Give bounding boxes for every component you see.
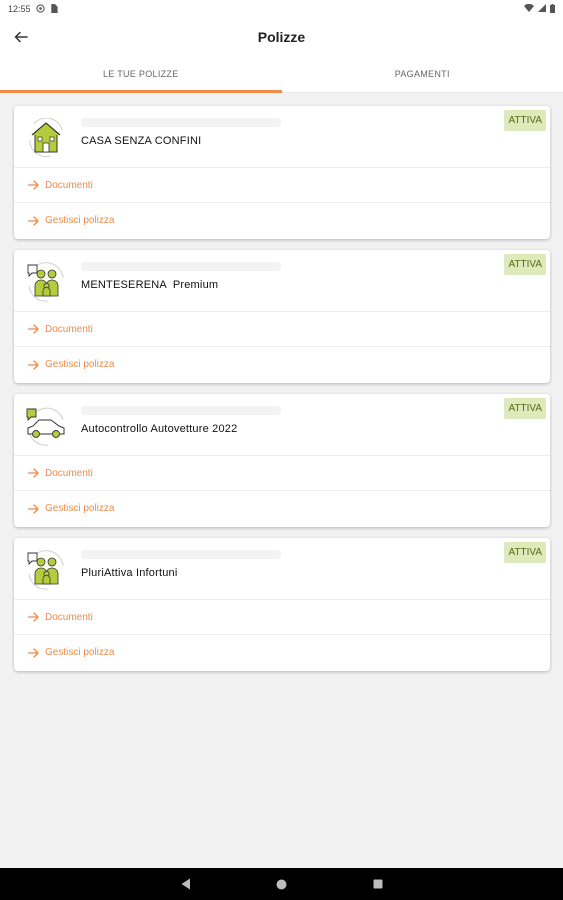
policy-card: PluriAttiva Infortuni ATTIVA Documenti G… — [14, 538, 550, 671]
manage-policy-label: Gestisci polizza — [45, 359, 115, 370]
triangle-back-icon — [181, 878, 190, 890]
arrow-right-icon — [28, 359, 39, 370]
arrow-right-icon — [28, 180, 39, 190]
policy-card: MENTESERENA Premium ATTIVA Documenti Ges… — [14, 250, 550, 383]
manage-policy-link[interactable]: Gestisci polizza — [14, 491, 550, 526]
arrow-right-icon — [28, 468, 39, 478]
arrow-right-icon — [28, 503, 39, 514]
policy-card-header[interactable]: MENTESERENA Premium ATTIVA — [14, 250, 550, 312]
arrow-right-icon — [28, 612, 39, 622]
tab-label: LE TUE POLIZZE — [102, 69, 179, 79]
tab-le-tue-polizze[interactable]: LE TUE POLIZZE — [0, 56, 282, 93]
documents-link[interactable]: Documenti — [14, 600, 550, 635]
status-time: 12:55 — [8, 4, 31, 14]
status-right — [524, 3, 555, 15]
documents-label: Documenti — [45, 611, 93, 623]
policy-card-header[interactable]: Autocontrollo Autovetture 2022 ATTIVA — [14, 394, 550, 456]
tab-label: PAGAMENTI — [394, 69, 450, 79]
documents-link[interactable]: Documenti — [14, 168, 550, 203]
documents-label: Documenti — [45, 467, 93, 479]
wifi-icon — [524, 3, 534, 14]
policy-name: CASA SENZA CONFINI — [81, 135, 202, 147]
nav-back-button[interactable] — [176, 874, 196, 894]
signal-icon — [538, 4, 546, 14]
status-badge: ATTIVA — [504, 254, 546, 275]
arrow-right-icon — [28, 215, 39, 226]
policy-card-header[interactable]: PluriAttiva Infortuni ATTIVA — [14, 538, 550, 600]
manage-policy-link[interactable]: Gestisci polizza — [14, 635, 550, 670]
notification-icon — [35, 3, 45, 15]
status-bar: 12:55 — [0, 0, 563, 18]
family-icon — [26, 550, 66, 590]
arrow-right-icon — [28, 324, 39, 334]
blurred-text — [81, 550, 281, 559]
arrow-left-icon — [14, 31, 28, 43]
status-left: 12:55 — [8, 3, 58, 15]
manage-policy-link[interactable]: Gestisci polizza — [14, 347, 550, 382]
policy-card-header[interactable]: CASA SENZA CONFINI ATTIVA — [14, 106, 550, 168]
status-badge: ATTIVA — [504, 110, 546, 131]
manage-policy-link[interactable]: Gestisci polizza — [14, 203, 550, 238]
policy-name: PluriAttiva Infortuni — [81, 567, 178, 579]
tab-bar: LE TUE POLIZZE PAGAMENTI — [0, 56, 563, 93]
page-title: Polizze — [257, 29, 306, 45]
arrow-right-icon — [28, 647, 39, 658]
battery-icon — [550, 3, 555, 15]
house-icon — [26, 117, 66, 158]
square-recents-icon — [373, 879, 382, 889]
circle-home-icon — [276, 879, 287, 889]
documents-label: Documenti — [45, 323, 93, 335]
tab-pagamenti[interactable]: PAGAMENTI — [282, 56, 563, 92]
manage-policy-label: Gestisci polizza — [45, 215, 115, 226]
manage-policy-label: Gestisci polizza — [45, 503, 115, 514]
policy-card: CASA SENZA CONFINI ATTIVA Documenti Gest… — [14, 106, 550, 239]
blurred-text — [81, 118, 281, 127]
nav-recents-button[interactable] — [368, 874, 388, 894]
manage-policy-label: Gestisci polizza — [45, 647, 115, 658]
sim-card-icon — [50, 3, 58, 15]
blurred-text — [81, 406, 281, 415]
system-nav-bar — [0, 868, 563, 900]
policy-name: Autocontrollo Autovetture 2022 — [81, 423, 238, 435]
policy-card: Autocontrollo Autovetture 2022 ATTIVA Do… — [14, 394, 550, 527]
car-icon — [26, 406, 66, 446]
documents-label: Documenti — [45, 179, 93, 191]
family-icon — [26, 262, 66, 302]
back-button[interactable] — [10, 26, 32, 48]
documents-link[interactable]: Documenti — [14, 312, 550, 347]
blurred-text — [81, 262, 281, 271]
policy-list: CASA SENZA CONFINI ATTIVA Documenti Gest… — [14, 106, 550, 682]
documents-link[interactable]: Documenti — [14, 456, 550, 491]
status-badge: ATTIVA — [504, 542, 546, 563]
policy-name: MENTESERENA Premium — [81, 279, 219, 291]
nav-home-button[interactable] — [272, 874, 292, 894]
status-badge: ATTIVA — [504, 398, 546, 419]
app-bar: Polizze — [0, 18, 563, 56]
